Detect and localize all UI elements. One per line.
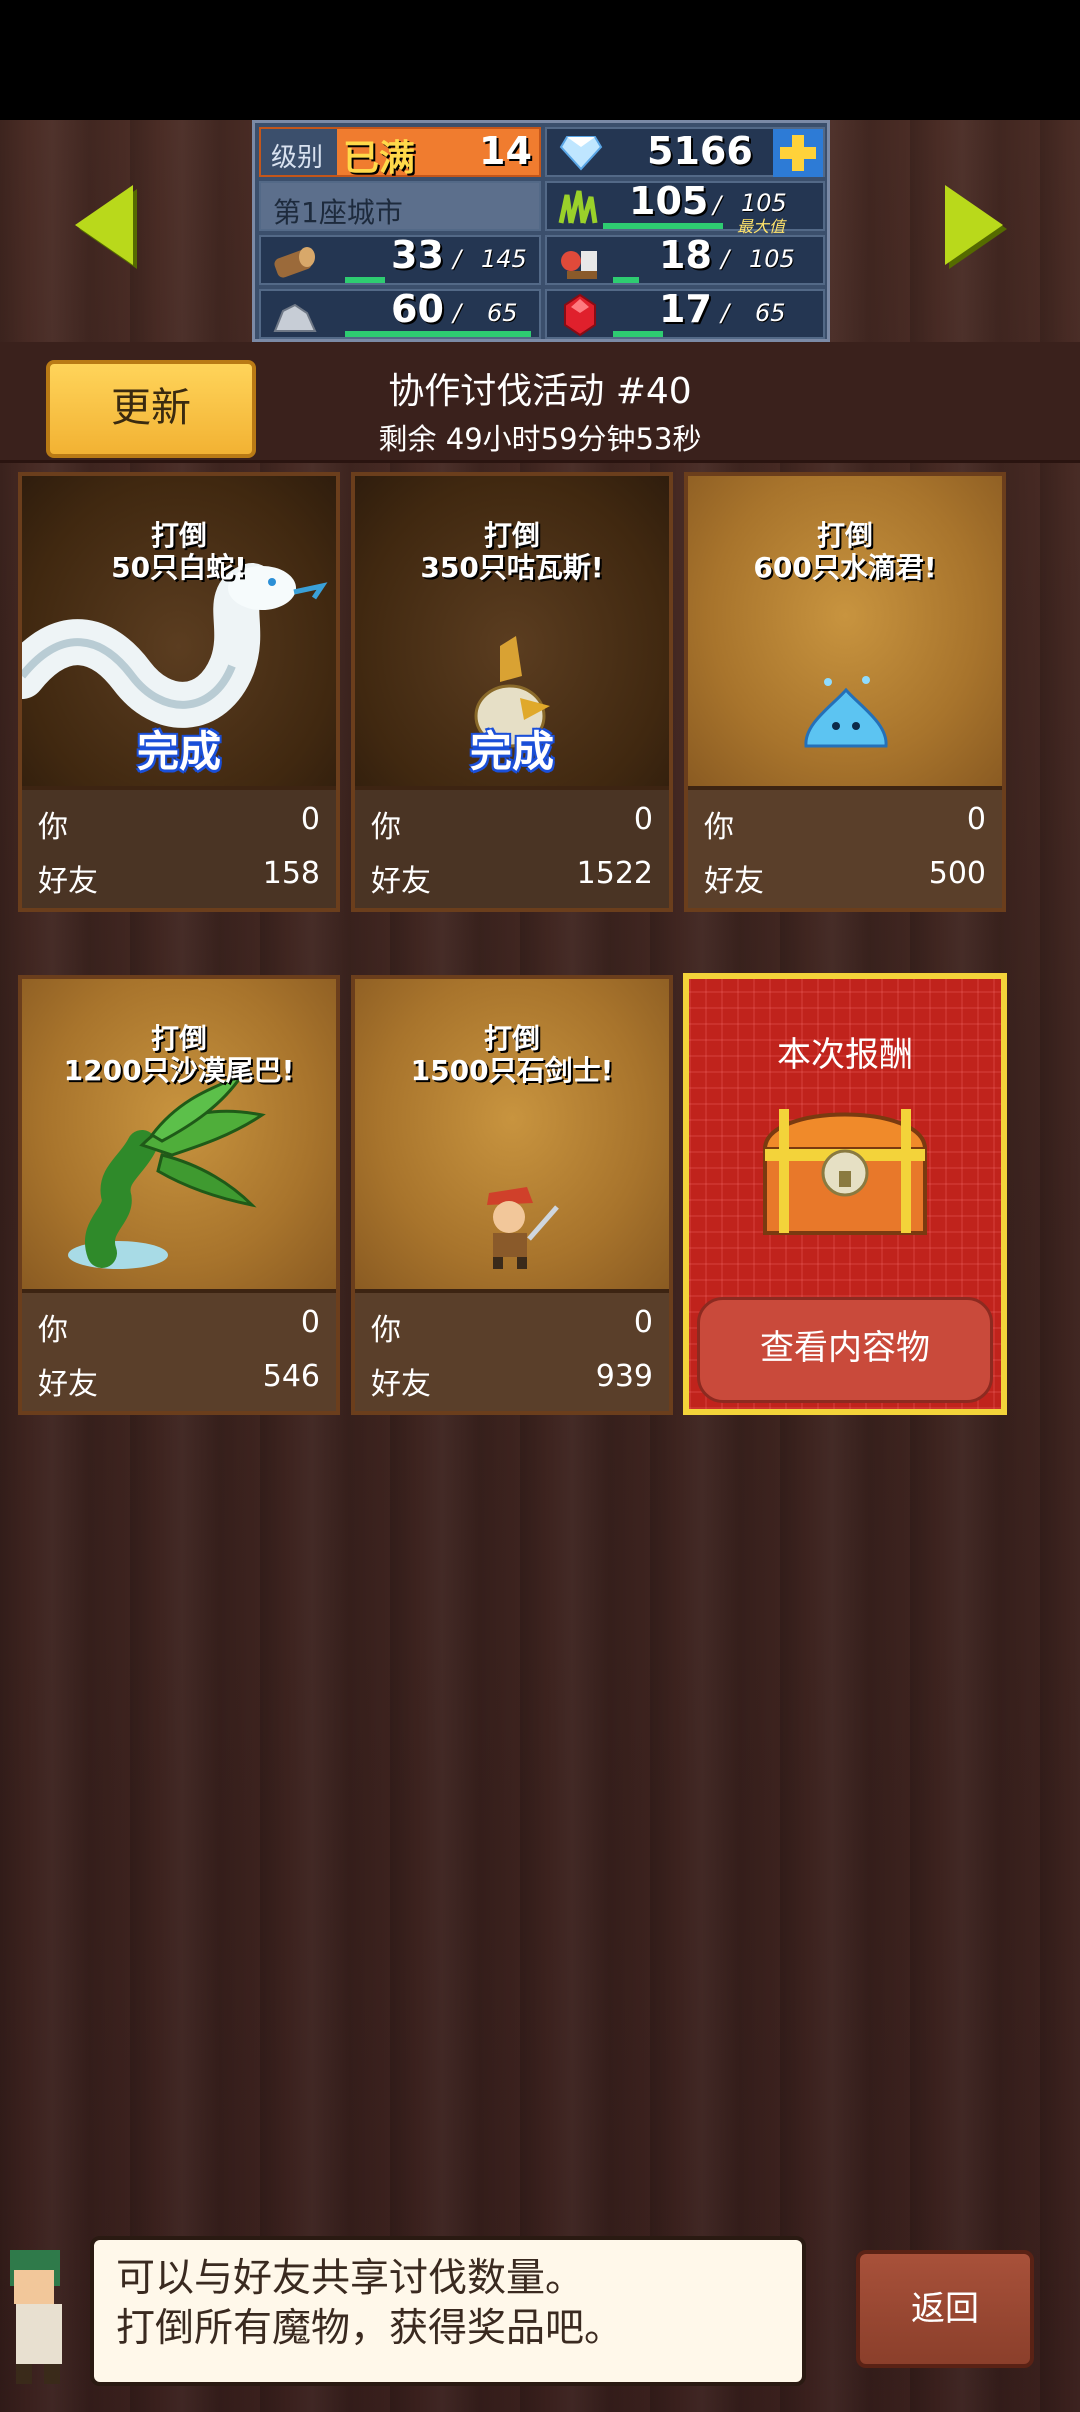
wood-value: 33 [391, 233, 444, 277]
diamond-icon [559, 136, 603, 171]
view-contents-button[interactable]: 查看内容物 [697, 1297, 993, 1403]
tip-line2: 打倒所有魔物，获得奖品吧。 [116, 2306, 624, 2351]
ore-bar [345, 331, 531, 337]
status-bar [0, 0, 1080, 120]
ruby-cell: 17 / 65 [545, 287, 825, 339]
advisor-avatar [10, 2250, 62, 2384]
back-button[interactable]: 返回 [856, 2250, 1034, 2368]
ore-cell: 60 / 65 [259, 287, 541, 339]
ruby-icon [564, 293, 596, 337]
mission-stats: 你 0 好友 500 [688, 790, 1002, 908]
mission-art: 打倒 50只白蛇! 完成 [22, 476, 336, 790]
you-count: 0 [966, 802, 986, 837]
arrow-left-icon[interactable] [75, 185, 133, 265]
mission-stats: 你 0 好友 546 [22, 1293, 336, 1411]
level-label: 级别 [271, 143, 324, 173]
level-value: 14 [479, 129, 532, 173]
wood-bar [345, 277, 385, 283]
reward-card[interactable]: 本次报酬 查看内容物 [683, 973, 1007, 1415]
food-value: 18 [659, 233, 712, 277]
refresh-button[interactable]: 更新 [46, 360, 256, 458]
water-drop-monster-icon [804, 676, 888, 748]
you-count: 0 [633, 802, 653, 837]
wood-max: 145 [481, 245, 527, 273]
level-status: 已满 [343, 138, 416, 179]
tip-dialog: 可以与好友共享讨伐数量。 打倒所有魔物，获得奖品吧。 [90, 2236, 806, 2386]
city-name: 第1座城市 [273, 196, 403, 229]
food-max: 105 [749, 245, 795, 273]
complete-label: 完成 [469, 727, 554, 776]
mission-art: 打倒 600只水滴君! [688, 476, 1002, 790]
food-cell: 18 / 105 [545, 233, 825, 285]
mission-goal-line2: 600只水滴君! [753, 551, 937, 584]
plus-icon[interactable] [773, 129, 823, 177]
complete-label: 完成 [136, 727, 221, 776]
grass-bar [603, 223, 723, 229]
friends-count: 546 [262, 1359, 320, 1394]
mission-card[interactable]: 打倒 600只水滴君! 你 0 好友 500 [684, 472, 1006, 912]
friends-count: 158 [262, 856, 320, 891]
mission-art: 打倒 1500只石剑士! [355, 979, 669, 1293]
mission-card[interactable]: 打倒 1200只沙漠尾巴! 你 0 好友 546 [18, 975, 340, 1415]
treasure-chest-icon [762, 1109, 928, 1235]
wood-cell: 33 / 145 [259, 233, 541, 285]
mission-stats: 你 0 好友 939 [355, 1293, 669, 1411]
level-cell: 级别 已满 14 [259, 127, 541, 179]
desert-tail-monster-icon [68, 1075, 266, 1269]
you-label: 你 [38, 810, 68, 845]
ruby-bar [613, 331, 663, 337]
resource-panel: 级别 已满 14 5166 第1座城市 105 / 105 最大值 33 / 1… [252, 120, 830, 342]
ruby-max: 65 [755, 299, 786, 327]
mission-stats: 你 0 好友 1522 [355, 790, 669, 908]
ore-icon [273, 303, 317, 332]
you-count: 0 [300, 802, 320, 837]
reward-title: 本次报酬 [777, 1035, 913, 1075]
you-count: 0 [300, 1305, 320, 1340]
mission-card[interactable]: 打倒 350只咕瓦斯! 完成 你 0 好友 1522 [351, 472, 673, 912]
grass-max-tag: 最大值 [737, 217, 786, 236]
stone-swordsman-icon [487, 1187, 559, 1269]
mission-goal-line2: 1200只沙漠尾巴! [63, 1054, 295, 1087]
friends-label: 好友 [371, 1367, 431, 1402]
grass-cell: 105 / 105 最大值 [545, 179, 825, 236]
grass-icon [558, 190, 598, 224]
friends-label: 好友 [38, 1367, 98, 1402]
event-title: 协作讨伐活动 #40 [388, 371, 692, 412]
you-label: 你 [371, 810, 401, 845]
gems-value: 5166 [647, 129, 753, 173]
you-count: 0 [633, 1305, 653, 1340]
you-label: 你 [371, 1313, 401, 1348]
friends-count: 939 [595, 1359, 653, 1394]
mission-card[interactable]: 打倒 1500只石剑士! 你 0 好友 939 [351, 975, 673, 1415]
mission-card[interactable]: 打倒 50只白蛇! 完成 你 0 好友 158 [18, 472, 340, 912]
ruby-value: 17 [659, 287, 712, 331]
wood-icon [274, 247, 315, 278]
food-icon [561, 251, 597, 279]
you-label: 你 [38, 1313, 68, 1348]
city-cell[interactable]: 第1座城市 [259, 181, 541, 231]
gems-cell: 5166 [545, 127, 825, 177]
mission-stats: 你 0 好友 158 [22, 790, 336, 908]
friends-count: 1522 [576, 856, 653, 891]
mission-goal-line2: 1500只石剑士! [410, 1054, 614, 1087]
tip-line1: 可以与好友共享讨伐数量。 [116, 2256, 585, 2301]
friends-label: 好友 [704, 864, 764, 899]
mission-art: 打倒 350只咕瓦斯! 完成 [355, 476, 669, 790]
ore-value: 60 [391, 287, 444, 331]
food-bar [613, 277, 639, 283]
friends-label: 好友 [38, 864, 98, 899]
you-label: 你 [704, 810, 734, 845]
friends-label: 好友 [371, 864, 431, 899]
friends-count: 500 [928, 856, 986, 891]
arrow-right-icon[interactable] [945, 185, 1003, 265]
ore-max: 65 [487, 299, 518, 327]
mission-goal-line2: 350只咕瓦斯! [420, 551, 604, 584]
grass-value: 105 [629, 179, 709, 223]
mission-goal-line2: 50只白蛇! [111, 551, 247, 584]
event-time-remaining: 剩余 49小时59分钟53秒 [378, 422, 702, 456]
mission-art: 打倒 1200只沙漠尾巴! [22, 979, 336, 1293]
